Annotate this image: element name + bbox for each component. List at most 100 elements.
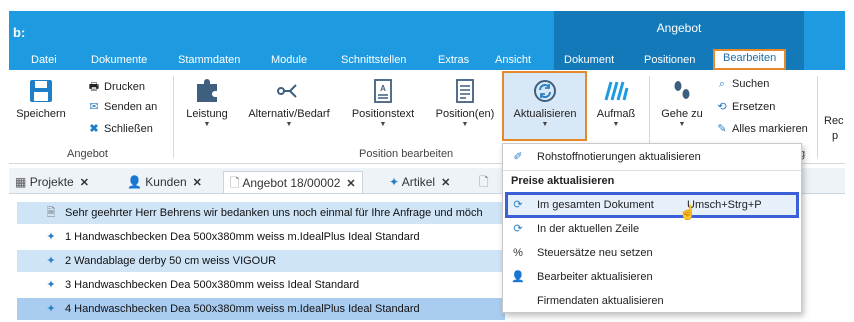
menu-schnittstellen[interactable]: Schnittstellen — [341, 51, 406, 70]
alternativ-bedarf-button[interactable]: Alternativ/Bedarf ▼ — [241, 78, 337, 128]
menu-item-steuer[interactable]: % Steuersätze neu setzen — [503, 242, 801, 264]
aufmass-button[interactable]: Aufmaß ▼ — [591, 78, 641, 128]
branch-icon — [277, 84, 297, 98]
menu-item-zeile[interactable]: ⟳ In der aktuellen Zeile — [503, 218, 801, 240]
chevron-down-icon: ▼ — [203, 121, 211, 128]
chevron-down-icon: ▼ — [285, 121, 293, 128]
menu-stammdaten[interactable]: Stammdaten — [178, 51, 240, 70]
pin-icon: ✦ — [389, 175, 400, 189]
group-label-position: Position bearbeiten — [359, 148, 454, 160]
puzzle-icon — [197, 79, 217, 102]
list-item[interactable]: ✦ 2 Wandablage derby 50 cm weiss VIGOUR — [17, 250, 505, 272]
menu-item-rohstoff[interactable]: ✐ Rohstoffnotierungen aktualisieren — [503, 146, 801, 168]
aktualisieren-button[interactable]: Aktualisieren ▼ — [505, 78, 585, 128]
menu-positionen[interactable]: Positionen — [644, 51, 695, 70]
close-doc-button[interactable]: ✖ Schließen — [87, 122, 153, 135]
close-icon[interactable]: ✕ — [80, 177, 89, 189]
tab-angebot[interactable]: 🗋 Angebot 18/00002 ✕ — [223, 171, 363, 193]
menu-ansicht[interactable]: Ansicht — [495, 51, 531, 70]
row-text: 4 Handwaschbecken Dea 500x380mm weiss m.… — [65, 303, 420, 315]
pin-icon: ✦ — [46, 303, 56, 315]
aktualisieren-dropdown: ✐ Rohstoffnotierungen aktualisieren Preis… — [502, 143, 802, 313]
row-text: 2 Wandablage derby 50 cm weiss VIGOUR — [65, 255, 277, 267]
gehe-zu-button[interactable]: Gehe zu ▼ — [657, 78, 707, 128]
row-text: 3 Handwaschbecken Dea 500x380mm weiss Id… — [65, 279, 360, 291]
send-to-button[interactable]: ✉ Senden an — [87, 100, 157, 113]
menu-bearbeiten[interactable]: Bearbeiten — [713, 49, 787, 70]
aktualisieren-label: Aktualisieren — [513, 108, 577, 120]
close-icon[interactable]: ✕ — [346, 178, 355, 190]
menu-item-gesamt[interactable]: ⟳ Im gesamten Dokument Umsch+Strg+P — [503, 194, 801, 216]
list-item[interactable]: ✦ 3 Handwaschbecken Dea 500x380mm weiss I… — [17, 274, 505, 296]
menu-item-label: Firmendaten aktualisieren — [537, 295, 664, 307]
refresh-icon: ⟳ — [513, 223, 523, 235]
chevron-down-icon: ▼ — [379, 121, 387, 128]
menu-item-firmendaten[interactable]: Firmendaten aktualisieren — [503, 290, 801, 312]
svg-text:A: A — [380, 84, 386, 93]
tab-partial[interactable]: 🗋 — [479, 171, 489, 193]
ribbon-separator — [817, 76, 818, 158]
menu-dokument[interactable]: Dokument — [564, 51, 614, 70]
percent-icon: % — [513, 247, 523, 259]
tab-label: Angebot 18/00002 — [242, 176, 341, 190]
title-bar: b: Angebot — [9, 11, 845, 61]
close-icon[interactable]: ✕ — [193, 177, 202, 189]
ersetzen-label: Ersetzen — [732, 101, 776, 113]
close-icon: ✖ — [89, 123, 99, 135]
leistung-label: Leistung — [186, 108, 228, 120]
close-icon[interactable]: ✕ — [441, 177, 450, 189]
tab-projekte[interactable]: ▦ Projekte ✕ — [15, 171, 89, 193]
menu-module[interactable]: Module — [271, 51, 307, 70]
pen-icon: ✎ — [717, 123, 727, 135]
row-text: Sehr geehrter Herr Behrens wir bedanken … — [65, 207, 483, 219]
menu-item-bearbeiter[interactable]: 👤 Bearbeiter aktualisieren — [503, 266, 801, 288]
printer-icon: 🖶 — [88, 81, 100, 93]
tab-label: Artikel — [401, 175, 436, 189]
print-label: Drucken — [104, 81, 145, 93]
menu-datei[interactable]: Datei — [31, 51, 57, 70]
app-logo: b: — [13, 25, 26, 40]
document-icon: 🗋 — [230, 176, 240, 190]
envelope-icon: ✉ — [89, 101, 99, 113]
document-text-icon: A — [374, 79, 392, 103]
alles-markieren-button[interactable]: ✎ Alles markieren — [715, 122, 808, 135]
row-text: 1 Handwaschbecken Dea 500x380mm weiss m.… — [65, 231, 420, 243]
positionen-button[interactable]: Position(en) ▼ — [429, 78, 501, 128]
pencil-icon: ✐ — [513, 151, 523, 163]
gehe-zu-label: Gehe zu — [661, 108, 703, 120]
refresh-icon: ⟳ — [513, 199, 523, 211]
list-item[interactable]: 🗎 Sehr geehrter Herr Behrens wir bedanken… — [17, 202, 505, 224]
search-icon: ⌕ — [718, 78, 726, 90]
pin-icon: ✦ — [46, 231, 56, 243]
save-label: Speichern — [16, 108, 66, 120]
alternativ-label: Alternativ/Bedarf — [248, 108, 330, 120]
tab-label: Kunden — [145, 175, 187, 189]
cut-off-button-label-bottom: p — [832, 130, 839, 142]
ribbon-separator — [173, 76, 174, 158]
pin-icon: ✦ — [46, 279, 56, 291]
suchen-button[interactable]: ⌕ Suchen — [715, 78, 769, 91]
menu-extras[interactable]: Extras — [438, 51, 469, 70]
cut-off-button-label-top[interactable]: Rec — [824, 115, 844, 127]
ersetzen-button[interactable]: ⟲ Ersetzen — [715, 100, 775, 113]
leistung-button[interactable]: Leistung ▼ — [181, 78, 233, 128]
menu-bar: Datei Dokumente Stammdaten Module Schnit… — [9, 49, 845, 70]
suchen-label: Suchen — [732, 78, 770, 90]
tab-kunden[interactable]: 👤 Kunden ✕ — [127, 171, 202, 193]
save-button[interactable]: Speichern — [15, 78, 67, 120]
menu-item-label: In der aktuellen Zeile — [537, 223, 640, 235]
menu-item-label: Rohstoffnotierungen aktualisieren — [537, 151, 701, 163]
tab-label: Projekte — [29, 175, 74, 189]
group-label-angebot: Angebot — [67, 148, 108, 160]
list-item[interactable]: ✦ 4 Handwaschbecken Dea 500x380mm weiss m… — [17, 298, 505, 320]
tab-artikel[interactable]: ✦ Artikel ✕ — [389, 171, 450, 193]
measure-icon — [604, 81, 629, 101]
chevron-down-icon: ▼ — [461, 121, 469, 128]
print-button[interactable]: 🖶 Drucken — [87, 78, 145, 97]
user-icon: 👤 — [511, 271, 525, 283]
menu-dokumente[interactable]: Dokumente — [91, 51, 147, 70]
positionen-label: Position(en) — [435, 108, 495, 120]
alles-markieren-label: Alles markieren — [732, 123, 808, 135]
list-item[interactable]: ✦ 1 Handwaschbecken Dea 500x380mm weiss m… — [17, 226, 505, 248]
positionstext-button[interactable]: A Positionstext ▼ — [345, 78, 421, 128]
